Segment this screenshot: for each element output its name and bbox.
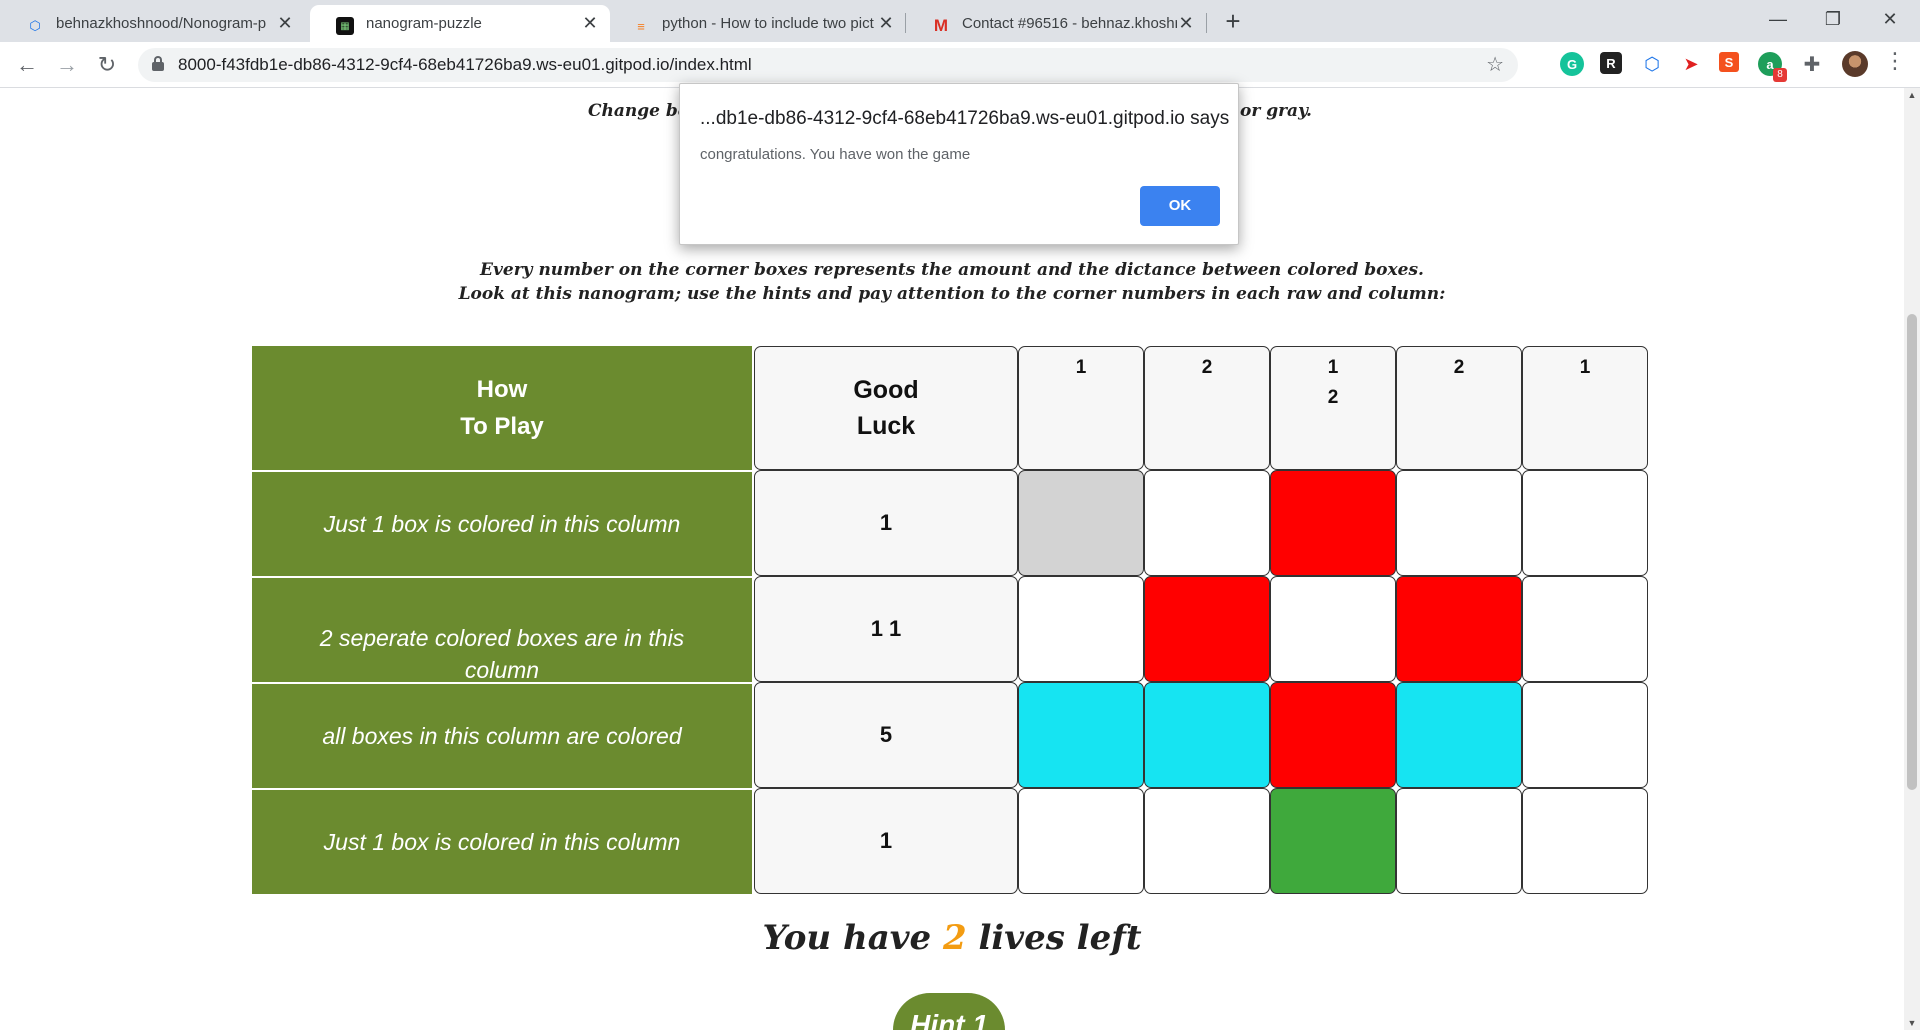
close-icon[interactable]: ✕ xyxy=(580,13,600,33)
grammarly-icon[interactable]: G xyxy=(1560,52,1584,76)
column-clue-1: 1 xyxy=(1018,346,1144,470)
howto-row-1: Just 1 box is colored in this column xyxy=(252,472,752,576)
tab-title: Contact #96516 - behnaz.khoshn xyxy=(962,15,1177,32)
how-to-play-title: How To Play xyxy=(252,346,752,470)
stackoverflow-icon: ≡ xyxy=(637,18,645,34)
reload-icon[interactable]: ↻ xyxy=(92,50,122,80)
forward-icon[interactable]: → xyxy=(52,50,82,80)
url-text[interactable]: 8000-f43fdb1e-db86-4312-9cf4-68eb41726ba… xyxy=(178,55,752,75)
alert-dialog: ...db1e-db86-4312-9cf4-68eb41726ba9.ws-e… xyxy=(679,83,1239,245)
grid-cell-r3-c2[interactable] xyxy=(1144,682,1270,788)
grid-cell-r2-c1[interactable] xyxy=(1018,576,1144,682)
column-clue-2: 2 xyxy=(1144,346,1270,470)
instructions-line-1: Every number on the corner boxes represe… xyxy=(480,260,1424,280)
scroll-up-icon[interactable]: ▲ xyxy=(1904,90,1920,100)
grid-cell-r4-c5[interactable] xyxy=(1522,788,1648,894)
grid-cell-r2-c3[interactable] xyxy=(1270,576,1396,682)
column-clue-3: 1 2 xyxy=(1270,346,1396,470)
r-extension-icon[interactable]: R xyxy=(1600,52,1622,74)
lives-count: 2 xyxy=(942,918,967,958)
tab-github[interactable]: ⬡ behnazkhoshnood/Nonogram-p ✕ xyxy=(0,5,305,42)
close-icon[interactable]: ✕ xyxy=(1176,13,1196,33)
grid-cell-r1-c5[interactable] xyxy=(1522,470,1648,576)
dialog-message: congratulations. You have won the game xyxy=(700,146,971,163)
minimize-icon[interactable]: — xyxy=(1758,4,1798,34)
restore-icon[interactable]: ❐ xyxy=(1813,4,1853,34)
grid-cell-r4-c2[interactable] xyxy=(1144,788,1270,894)
ok-button[interactable]: OK xyxy=(1140,186,1220,226)
howto-row-3: all boxes in this column are colored xyxy=(252,684,752,788)
instructions-line-2: Look at this nanogram; use the hints and… xyxy=(458,284,1446,304)
tab-stackoverflow[interactable]: ≡ python - How to include two pict ✕ xyxy=(606,5,906,42)
grid-cell-r2-c5[interactable] xyxy=(1522,576,1648,682)
column-clue-5: 1 xyxy=(1522,346,1648,470)
lock-icon xyxy=(152,56,164,72)
instruction-fragment-right: or gray. xyxy=(1240,101,1312,121)
grid-cell-r3-c3[interactable] xyxy=(1270,682,1396,788)
grid-cell-r2-c2[interactable] xyxy=(1144,576,1270,682)
gitpod-ext-icon[interactable]: ⬡ xyxy=(1640,52,1664,76)
grid-cell-r1-c1[interactable] xyxy=(1018,470,1144,576)
row-clue-1: 1 xyxy=(754,470,1018,576)
gitpod-icon: ⬡ xyxy=(29,18,41,33)
orange-ext-icon[interactable]: S xyxy=(1719,52,1739,72)
grid-cell-r2-c4[interactable] xyxy=(1396,576,1522,682)
row-clue-2: 1 1 xyxy=(754,576,1018,682)
nonogram-favicon: ▦ xyxy=(336,17,354,35)
grid-cell-r1-c4[interactable] xyxy=(1396,470,1522,576)
howto-row-2: 2 seperate colored boxes are in this col… xyxy=(252,578,752,682)
tab-title: python - How to include two pict xyxy=(662,15,874,32)
dialog-title: ...db1e-db86-4312-9cf4-68eb41726ba9.ws-e… xyxy=(700,108,1230,129)
instruction-fragment-left: Change be xyxy=(588,101,689,121)
window-close-icon[interactable]: ✕ xyxy=(1870,4,1910,34)
grid-cell-r3-c4[interactable] xyxy=(1396,682,1522,788)
close-icon[interactable]: ✕ xyxy=(876,13,896,33)
avatar[interactable] xyxy=(1842,51,1868,77)
row-clue-3: 5 xyxy=(754,682,1018,788)
tab-separator xyxy=(1206,13,1207,33)
grid-cell-r4-c1[interactable] xyxy=(1018,788,1144,894)
tab-strip: ⬡ behnazkhoshnood/Nonogram-p ✕ ▦ nanogra… xyxy=(0,0,1920,42)
browser-toolbar: ← → ↻ 8000-f43fdb1e-db86-4312-9cf4-68eb4… xyxy=(0,42,1920,88)
howto-row-4: Just 1 box is colored in this column xyxy=(252,790,752,894)
scroll-down-icon[interactable]: ▼ xyxy=(1904,1018,1920,1028)
address-bar[interactable]: 8000-f43fdb1e-db86-4312-9cf4-68eb41726ba… xyxy=(138,48,1518,82)
tab-nanogram[interactable]: ▦ nanogram-puzzle ✕ xyxy=(310,5,610,42)
tab-gmail[interactable]: M Contact #96516 - behnaz.khoshn ✕ xyxy=(906,5,1206,42)
new-tab-button[interactable]: + xyxy=(1218,6,1248,36)
column-clue-4: 2 xyxy=(1396,346,1522,470)
grid-cell-r1-c2[interactable] xyxy=(1144,470,1270,576)
extension-badge: 8 xyxy=(1773,68,1787,82)
tab-title: behnazkhoshnood/Nonogram-p xyxy=(56,15,267,32)
puzzle-extensions-icon[interactable]: ✚ xyxy=(1800,52,1824,76)
scrollbar-thumb[interactable] xyxy=(1907,314,1917,790)
row-clue-4: 1 xyxy=(754,788,1018,894)
page-scrollbar[interactable]: ▲ ▼ xyxy=(1904,88,1920,1030)
lives-counter: You have 2 lives left xyxy=(762,918,1142,958)
good-luck-cell: Good Luck xyxy=(754,346,1018,470)
grid-cell-r4-c4[interactable] xyxy=(1396,788,1522,894)
grid-cell-r3-c5[interactable] xyxy=(1522,682,1648,788)
grid-cell-r4-c3[interactable] xyxy=(1270,788,1396,894)
grid-cell-r3-c1[interactable] xyxy=(1018,682,1144,788)
grid-cell-r1-c3[interactable] xyxy=(1270,470,1396,576)
send-arrow-icon[interactable]: ➤ xyxy=(1679,52,1703,76)
back-icon[interactable]: ← xyxy=(12,50,42,80)
gmail-icon: M xyxy=(933,16,949,35)
bookmark-star-icon[interactable]: ☆ xyxy=(1486,52,1504,77)
menu-kebab-icon[interactable]: ⋮ xyxy=(1884,48,1906,74)
tab-title: nanogram-puzzle xyxy=(366,15,482,32)
hint-button[interactable]: Hint 1 xyxy=(893,993,1005,1030)
close-icon[interactable]: ✕ xyxy=(275,13,295,33)
